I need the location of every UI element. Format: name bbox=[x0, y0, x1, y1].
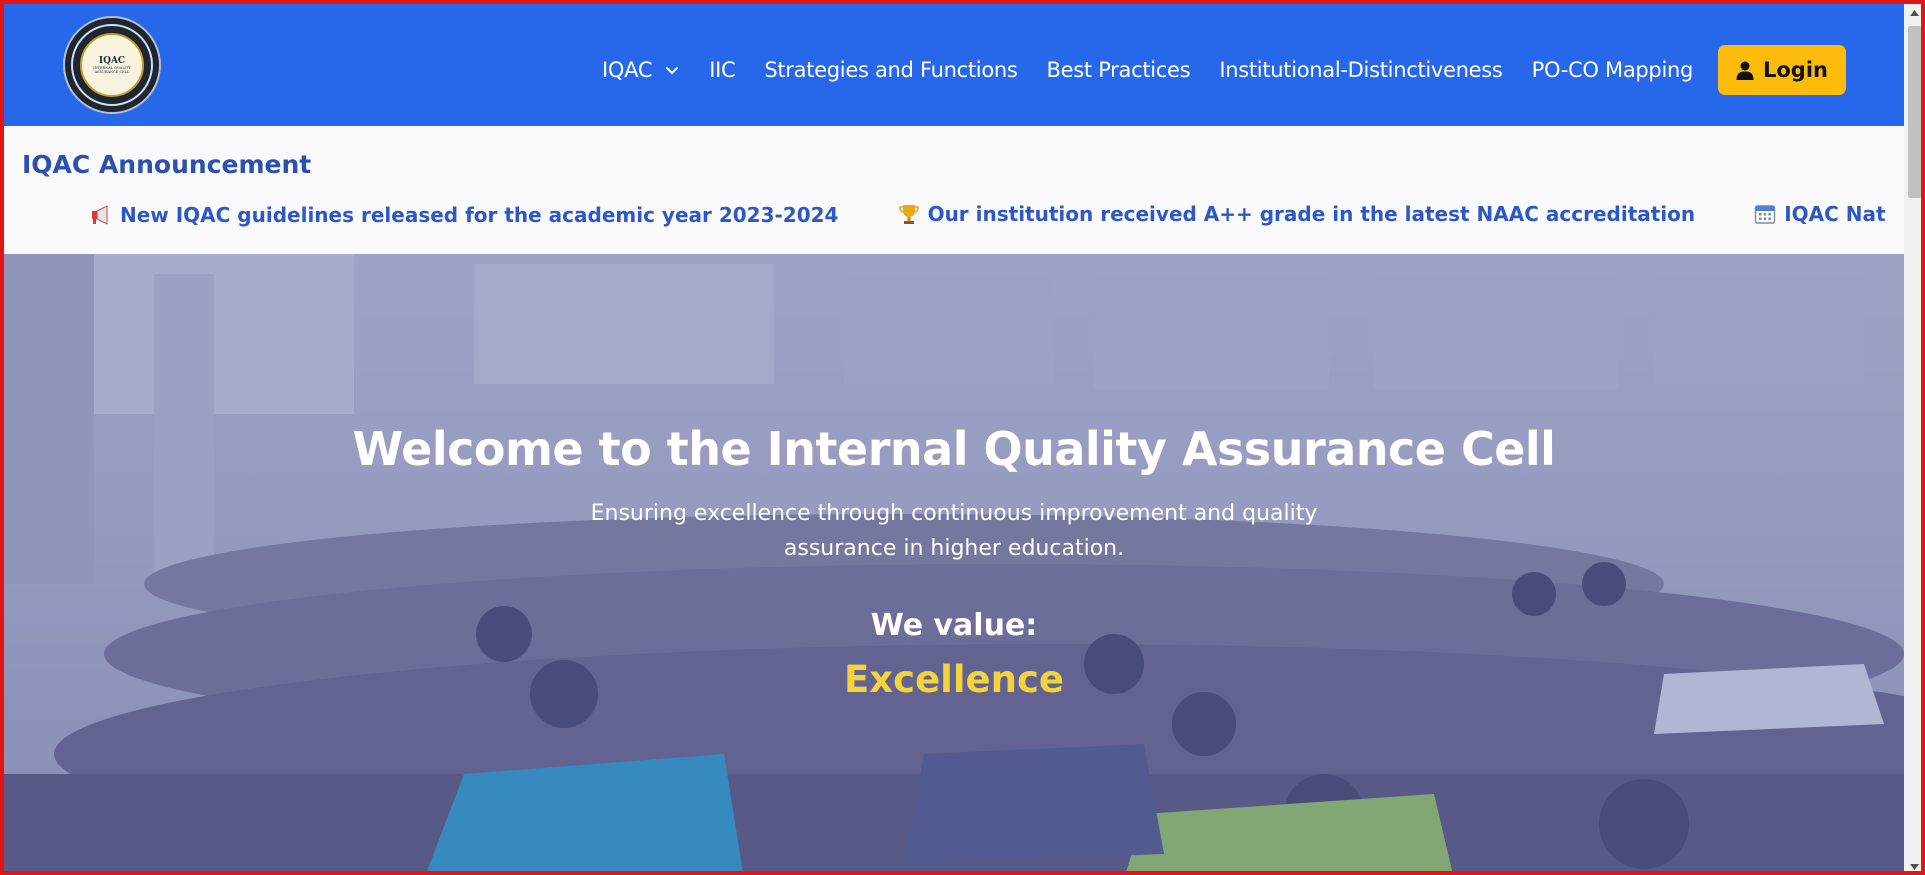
browser-window: IQAC INTERNAL QUALITY ASSURANCE CELL IQA… bbox=[0, 0, 1925, 875]
hero-value-label: We value: bbox=[870, 608, 1038, 643]
nav-item-iqac-label: IQAC bbox=[602, 58, 653, 82]
top-navbar: IQAC INTERNAL QUALITY ASSURANCE CELL IQA… bbox=[4, 4, 1904, 126]
announcement-text: New IQAC guidelines released for the aca… bbox=[120, 203, 839, 227]
scroll-down-arrow-icon[interactable] bbox=[1904, 858, 1921, 871]
hero-heading: Welcome to the Internal Quality Assuranc… bbox=[352, 422, 1556, 476]
nav-item-iqac[interactable]: IQAC bbox=[602, 58, 680, 82]
page-scrollbar[interactable] bbox=[1904, 4, 1921, 871]
nav-item-iic[interactable]: IIC bbox=[709, 58, 735, 82]
logo-title: IQAC bbox=[98, 56, 126, 66]
nav-item-institutional-distinctiveness[interactable]: Institutional-Distinctiveness bbox=[1219, 58, 1503, 82]
announcement-item[interactable]: IQAC National Conference o bbox=[1754, 196, 1886, 232]
nav-item-po-co-mapping[interactable]: PO-CO Mapping bbox=[1532, 58, 1694, 82]
scroll-up-arrow-icon[interactable] bbox=[1904, 4, 1921, 21]
hero-value-word: Excellence bbox=[844, 658, 1064, 701]
logo-emblem: IQAC INTERNAL QUALITY ASSURANCE CELL bbox=[80, 33, 144, 97]
user-icon bbox=[1736, 61, 1754, 80]
announcement-bar bbox=[4, 126, 1904, 254]
chevron-down-icon bbox=[666, 67, 679, 74]
announcement-text: IQAC National Conference o bbox=[1784, 202, 1886, 226]
announcement-title: IQAC Announcement bbox=[22, 150, 312, 179]
nav-item-strategies-and-functions[interactable]: Strategies and Functions bbox=[764, 58, 1017, 82]
calendar-icon bbox=[1754, 203, 1776, 225]
logo-subtitle: INTERNAL QUALITY ASSURANCE CELL bbox=[93, 66, 131, 74]
institute-logo[interactable]: IQAC INTERNAL QUALITY ASSURANCE CELL bbox=[63, 16, 161, 114]
megaphone-icon bbox=[90, 205, 112, 225]
scrollbar-thumb[interactable] bbox=[1908, 26, 1921, 198]
nav-item-best-practices[interactable]: Best Practices bbox=[1047, 58, 1191, 82]
announcement-text: Our institution received A++ grade in th… bbox=[927, 202, 1696, 226]
trophy-icon bbox=[898, 203, 920, 225]
announcement-ticker: New IQAC guidelines released for the aca… bbox=[84, 196, 1886, 232]
login-button[interactable]: Login bbox=[1718, 45, 1846, 95]
nav-links: IQAC IIC Strategies and Functions Best P… bbox=[602, 42, 1722, 98]
announcement-item[interactable]: Our institution received A++ grade in th… bbox=[898, 196, 1696, 232]
announcement-item[interactable]: New IQAC guidelines released for the aca… bbox=[90, 197, 838, 232]
hero-section: Welcome to the Internal Quality Assuranc… bbox=[4, 254, 1904, 871]
hero-subtitle: Ensuring excellence through continuous i… bbox=[590, 501, 1318, 561]
login-button-label: Login bbox=[1763, 58, 1828, 82]
